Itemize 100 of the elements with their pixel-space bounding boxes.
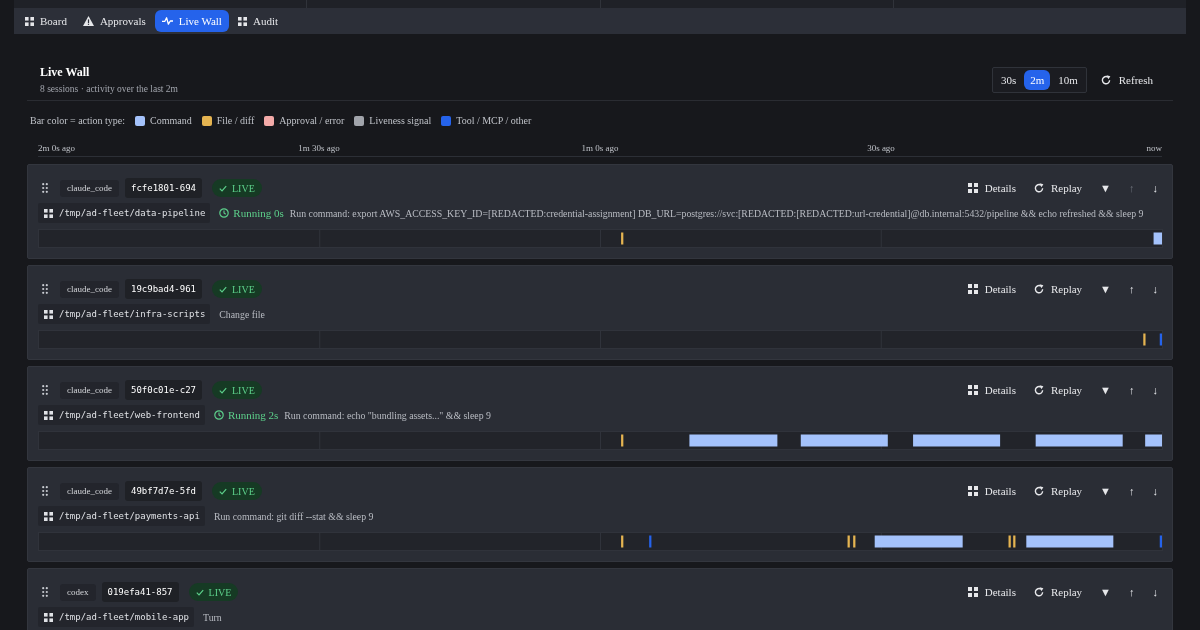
activity-bar bbox=[649, 535, 652, 548]
range-option[interactable]: 2m bbox=[1024, 70, 1051, 90]
refresh-icon bbox=[1100, 75, 1111, 85]
grid-icon bbox=[44, 410, 53, 420]
details-button[interactable]: Details bbox=[964, 483, 1019, 499]
status-text: LIVE bbox=[232, 182, 255, 194]
details-button[interactable]: Details bbox=[964, 382, 1019, 398]
pulse-icon bbox=[161, 16, 173, 26]
agent-tag: claude_code bbox=[60, 179, 119, 197]
path-text: /tmp/ad-fleet/mobile-app bbox=[59, 612, 190, 622]
move-down-button[interactable]: ↓ bbox=[1149, 180, 1161, 196]
agent-tag: claude_code bbox=[60, 482, 119, 500]
range-option[interactable]: 10m bbox=[1052, 70, 1084, 90]
path-text: /tmp/ad-fleet/data-pipeline bbox=[59, 208, 206, 218]
refresh-icon bbox=[1033, 183, 1044, 193]
grid-icon bbox=[237, 16, 247, 26]
running-status: Running 2s bbox=[227, 409, 279, 421]
details-button[interactable]: Details bbox=[964, 180, 1019, 196]
agent-tag: claude_code bbox=[60, 280, 119, 298]
move-up-button[interactable]: ↑ bbox=[1126, 483, 1138, 499]
activity-bar bbox=[1145, 434, 1162, 447]
path-text: /tmp/ad-fleet/payments-api bbox=[59, 511, 200, 521]
activity-bar bbox=[621, 232, 624, 245]
move-down-button[interactable]: ↓ bbox=[1149, 584, 1161, 600]
agent-tag: claude_code bbox=[60, 381, 119, 399]
move-down-button[interactable]: ↓ bbox=[1149, 483, 1161, 499]
time-axis-label: 1m 0s ago bbox=[581, 142, 619, 154]
clock-icon bbox=[219, 208, 230, 218]
drag-handle-icon[interactable] bbox=[42, 284, 48, 294]
replay-button[interactable]: Replay bbox=[1030, 483, 1086, 499]
nav-tab[interactable]: Board bbox=[18, 10, 74, 32]
activity-text: Run command: echo "bundling assets..." && sleep 9 bbox=[284, 409, 491, 421]
grid-icon bbox=[44, 612, 53, 622]
move-up-button[interactable]: ↑ bbox=[1126, 281, 1138, 297]
legend-label: Bar color = action type: bbox=[30, 114, 126, 128]
running-status: Running 0s bbox=[233, 207, 284, 219]
details-button[interactable]: Details bbox=[964, 584, 1019, 600]
activity-text: Run command: export AWS_ACCESS_KEY_ID=[REDACTED:credential-assignment] DB_URL=postgres://svc:[REDACTED:[REDACTED:url-credential]@db.internal:5432/pipeline && echo refreshed && sleep 9 bbox=[289, 207, 1144, 219]
replay-button[interactable]: Replay bbox=[1030, 584, 1086, 600]
grid-icon bbox=[967, 183, 978, 193]
collapse-button[interactable]: ▼ bbox=[1097, 180, 1114, 196]
grid-icon bbox=[967, 385, 978, 395]
legend-text: Approval / error bbox=[279, 114, 345, 128]
activity-bar bbox=[1008, 535, 1011, 548]
nav-tab[interactable]: Approvals bbox=[75, 10, 153, 32]
activity-bar bbox=[1159, 535, 1162, 548]
activity-bar bbox=[847, 535, 850, 548]
session-id-tag: 019efa41-857 bbox=[101, 582, 179, 602]
clock-icon bbox=[213, 410, 224, 420]
status-text: LIVE bbox=[232, 485, 255, 497]
activity-text: Run command: git diff --stat && sleep 9 bbox=[213, 510, 374, 522]
grid-icon bbox=[44, 511, 53, 521]
path-text: /tmp/ad-fleet/web-frontend bbox=[59, 410, 200, 420]
legend-text: File / diff bbox=[216, 114, 255, 128]
activity-bar bbox=[1013, 535, 1016, 548]
session-id-tag: 49bf7d7e-5fd bbox=[125, 481, 202, 501]
session-id-tag: 19c9bad4-961 bbox=[125, 279, 202, 299]
replay-button[interactable]: Replay bbox=[1030, 382, 1086, 398]
move-down-button[interactable]: ↓ bbox=[1149, 382, 1161, 398]
activity-bar bbox=[853, 535, 856, 548]
legend-text: Command bbox=[150, 114, 192, 128]
drag-handle-icon[interactable] bbox=[42, 486, 48, 496]
refresh-icon bbox=[1033, 587, 1044, 597]
grid-icon bbox=[967, 486, 978, 496]
move-up-button[interactable]: ↑ bbox=[1126, 382, 1138, 398]
nav-tab[interactable]: Audit bbox=[230, 10, 285, 32]
activity-bar bbox=[1143, 333, 1146, 346]
grid-icon bbox=[967, 587, 978, 597]
activity-bar bbox=[621, 434, 624, 447]
grid-icon bbox=[44, 208, 53, 218]
collapse-button[interactable]: ▼ bbox=[1097, 483, 1114, 499]
replay-button[interactable]: Replay bbox=[1030, 281, 1086, 297]
activity-bar bbox=[1153, 232, 1162, 245]
collapse-button[interactable]: ▼ bbox=[1097, 281, 1114, 297]
range-option[interactable]: 30s bbox=[994, 70, 1023, 90]
time-axis-label: now bbox=[1146, 142, 1162, 154]
time-axis-label: 30s ago bbox=[867, 142, 895, 154]
refresh-button[interactable]: Refresh bbox=[1100, 72, 1153, 88]
time-axis-label: 2m 0s ago bbox=[38, 142, 75, 154]
grid-icon bbox=[967, 284, 978, 294]
session-id-tag: fcfe1801-694 bbox=[125, 178, 202, 198]
details-button[interactable]: Details bbox=[964, 281, 1019, 297]
drag-handle-icon[interactable] bbox=[42, 183, 48, 193]
move-down-button[interactable]: ↓ bbox=[1149, 281, 1161, 297]
check-icon bbox=[219, 184, 227, 192]
check-icon bbox=[219, 487, 227, 495]
collapse-button[interactable]: ▼ bbox=[1097, 584, 1114, 600]
time-axis-label: 1m 30s ago bbox=[298, 142, 340, 154]
status-text: LIVE bbox=[232, 283, 255, 295]
nav-tab[interactable]: Live Wall bbox=[154, 10, 229, 32]
legend-text: Liveness signal bbox=[369, 114, 432, 128]
status-text: LIVE bbox=[232, 384, 255, 396]
move-up-button[interactable]: ↑ bbox=[1126, 584, 1138, 600]
check-icon bbox=[195, 588, 204, 596]
grid-icon bbox=[25, 16, 34, 26]
collapse-button[interactable]: ▼ bbox=[1097, 382, 1114, 398]
drag-handle-icon[interactable] bbox=[42, 385, 48, 395]
drag-handle-icon[interactable] bbox=[42, 587, 48, 597]
replay-button[interactable]: Replay bbox=[1030, 180, 1086, 196]
refresh-icon bbox=[1033, 486, 1044, 496]
